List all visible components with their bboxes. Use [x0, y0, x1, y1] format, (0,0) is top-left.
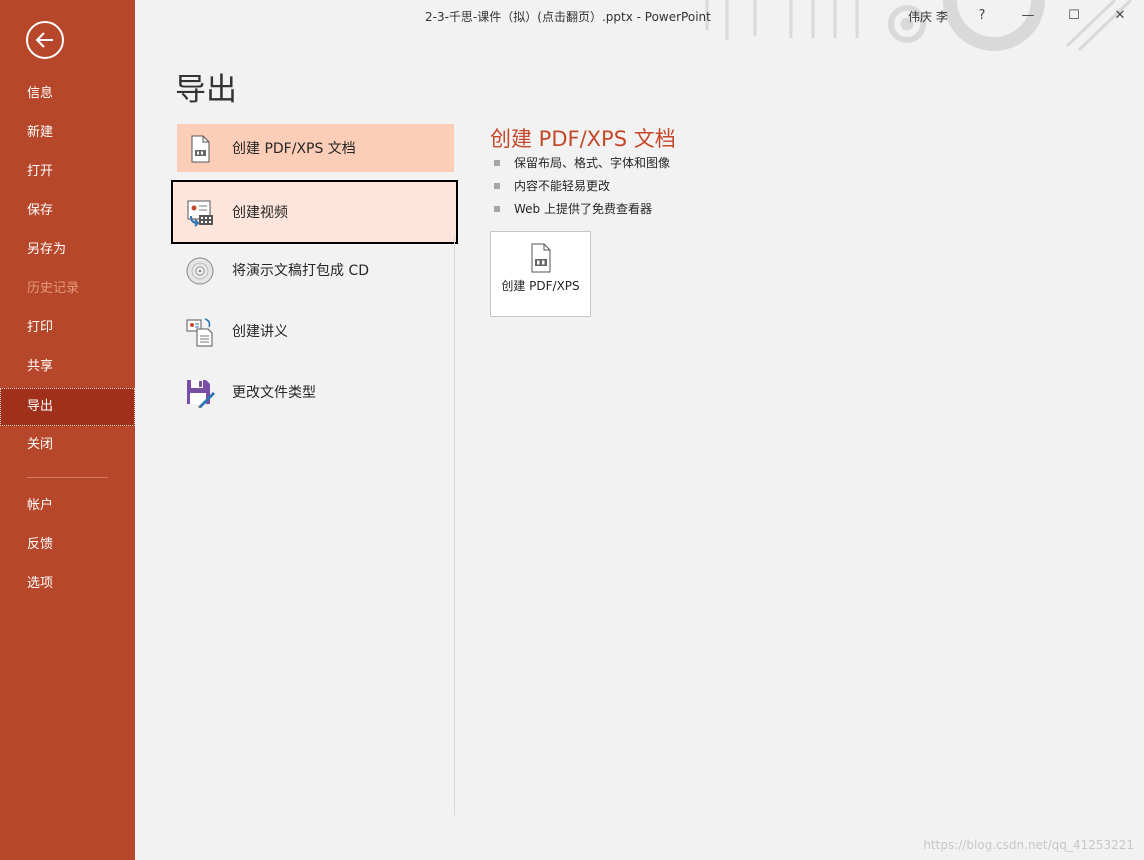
- vertical-divider: [454, 235, 455, 815]
- export-option-label: 创建视频: [232, 205, 288, 221]
- save-file-type-icon: [187, 380, 215, 408]
- nav-new[interactable]: 新建: [0, 114, 135, 152]
- video-icon: [187, 200, 213, 227]
- nav-info[interactable]: 信息: [0, 75, 135, 113]
- export-option-handouts[interactable]: 创建讲义: [177, 307, 454, 355]
- nav-export[interactable]: 导出: [0, 388, 135, 426]
- nav-account[interactable]: 帐户: [0, 487, 135, 525]
- maximize-button[interactable]: ☐: [1059, 4, 1089, 28]
- sidebar-divider: [27, 477, 108, 478]
- page-title: 导出: [175, 72, 237, 108]
- back-arrow-icon: [35, 32, 53, 48]
- title-bar: 2-3-千思-课件（拟）(点击翻页）.pptx - PowerPoint 伟庆 …: [135, 0, 1144, 52]
- detail-bullet-text: 保留布局、格式、字体和图像: [514, 156, 671, 170]
- watermark: https://blog.csdn.net/qq_41253221: [923, 838, 1134, 852]
- detail-title: 创建 PDF/XPS 文档: [490, 127, 676, 151]
- detail-bullet: 保留布局、格式、字体和图像: [494, 154, 670, 171]
- bullet-square-icon: [494, 183, 500, 189]
- close-window-button[interactable]: ✕: [1105, 4, 1135, 28]
- export-option-label: 创建讲义: [232, 324, 288, 340]
- detail-bullet: 内容不能轻易更改: [494, 177, 610, 194]
- nav-feedback[interactable]: 反馈: [0, 526, 135, 564]
- export-option-video[interactable]: 创建视频: [171, 180, 458, 244]
- detail-bullet-text: Web 上提供了免费查看器: [514, 202, 652, 216]
- detail-bullet: Web 上提供了免费查看器: [494, 200, 652, 217]
- export-option-package-cd[interactable]: 将演示文稿打包成 CD: [177, 246, 454, 294]
- nav-history: 历史记录: [27, 281, 80, 296]
- help-button[interactable]: ?: [967, 4, 997, 28]
- cd-icon: [186, 257, 214, 285]
- nav-options[interactable]: 选项: [0, 565, 135, 603]
- nav-save[interactable]: 保存: [0, 192, 135, 230]
- handout-icon: [186, 318, 213, 347]
- export-option-pdf[interactable]: 创建 PDF/XPS 文档: [177, 124, 454, 172]
- nav-close[interactable]: 关闭: [0, 426, 135, 464]
- nav-open[interactable]: 打开: [0, 153, 135, 191]
- export-option-label: 将演示文稿打包成 CD: [232, 263, 370, 279]
- detail-bullet-text: 内容不能轻易更改: [514, 179, 611, 193]
- minimize-button[interactable]: —: [1013, 4, 1043, 28]
- user-name[interactable]: 伟庆 李: [908, 8, 948, 25]
- pdf-document-icon: [191, 135, 210, 163]
- nav-share[interactable]: 共享: [0, 348, 135, 386]
- export-option-label: 更改文件类型: [232, 385, 316, 401]
- bullet-square-icon: [494, 206, 500, 212]
- nav-save-as[interactable]: 另存为: [0, 231, 135, 269]
- create-pdf-xps-label: 创建 PDF/XPS: [501, 279, 580, 293]
- export-option-change-file-type[interactable]: 更改文件类型: [177, 368, 454, 416]
- nav-print[interactable]: 打印: [0, 309, 135, 347]
- bullet-square-icon: [494, 160, 500, 166]
- backstage-sidebar: 信息 新建 打开 保存 另存为 历史记录 打印 共享 导出 关闭 帐户 反馈 选…: [0, 0, 135, 860]
- export-option-label: 创建 PDF/XPS 文档: [232, 141, 356, 157]
- document-title: 2-3-千思-课件（拟）(点击翻页）.pptx - PowerPoint: [425, 10, 711, 24]
- back-button[interactable]: [26, 21, 64, 59]
- create-pdf-xps-button[interactable]: 创建 PDF/XPS: [490, 231, 591, 317]
- pdf-document-icon: [531, 243, 551, 273]
